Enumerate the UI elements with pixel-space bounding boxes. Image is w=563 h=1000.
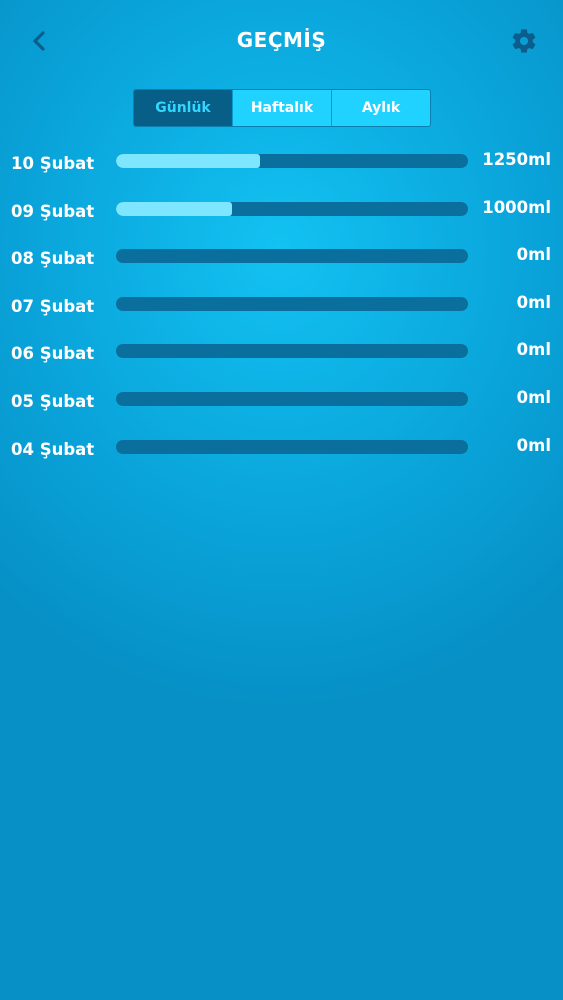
history-date: 08 Şubat: [11, 249, 95, 269]
progress-fill: [116, 201, 233, 216]
history-date: 04 Şubat: [11, 439, 95, 459]
history-amount: 0ml: [516, 340, 551, 360]
history-date: 10 Şubat: [11, 154, 95, 173]
tab-monthly[interactable]: Aylık: [331, 90, 430, 126]
period-tabs: Günlük Haftalık Aylık: [133, 89, 431, 127]
header: GEÇMİŞ: [0, 0, 563, 86]
history-amount: 0ml: [516, 245, 551, 265]
progress-bar: [116, 154, 468, 168]
tab-daily[interactable]: Günlük: [134, 90, 232, 126]
settings-button[interactable]: [507, 24, 541, 58]
history-row: 04 Şubat 0ml: [0, 426, 563, 474]
history-amount: 1000ml: [482, 197, 551, 217]
history-row: 08 Şubat 0ml: [0, 235, 563, 283]
progress-fill: [116, 154, 261, 168]
history-date: 06 Şubat: [11, 344, 95, 364]
progress-bar: [116, 439, 468, 454]
history-row: 07 Şubat 0ml: [0, 283, 563, 331]
history-amount: 0ml: [516, 292, 551, 312]
history-date: 09 Şubat: [11, 201, 95, 221]
history-amount: 0ml: [516, 435, 551, 455]
history-list: 10 Şubat 1250ml 09 Şubat 1000ml 08 Şubat…: [0, 140, 563, 473]
tab-weekly[interactable]: Haftalık: [232, 90, 331, 126]
history-row: 10 Şubat 1250ml: [0, 140, 563, 188]
history-date: 05 Şubat: [11, 391, 95, 411]
gear-icon: [512, 29, 536, 53]
history-amount: 0ml: [516, 387, 551, 407]
progress-bar: [116, 391, 468, 406]
progress-bar: [116, 296, 468, 311]
history-date: 07 Şubat: [11, 296, 95, 316]
history-row: 06 Şubat 0ml: [0, 330, 563, 378]
history-row: 05 Şubat 0ml: [0, 378, 563, 426]
history-row: 09 Şubat 1000ml: [0, 188, 563, 236]
progress-bar: [116, 344, 468, 359]
progress-bar: [116, 249, 468, 264]
history-amount: 1250ml: [482, 150, 551, 169]
progress-bar: [116, 201, 468, 216]
page-title: GEÇMİŞ: [236, 28, 327, 52]
